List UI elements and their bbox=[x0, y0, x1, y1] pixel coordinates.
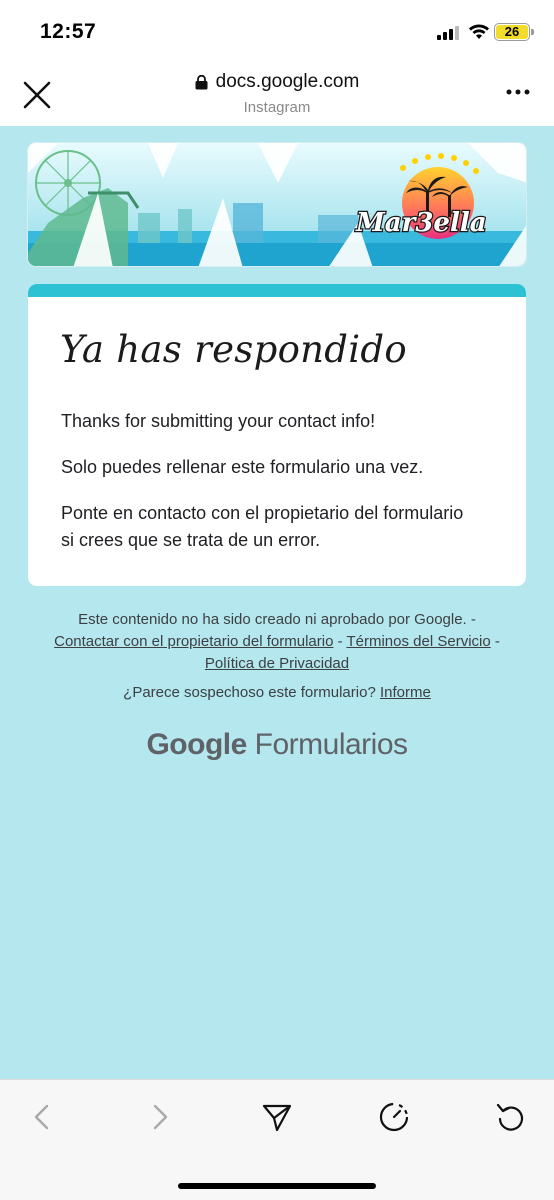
status-time: 12:57 bbox=[40, 20, 97, 43]
wifi-icon bbox=[469, 24, 489, 39]
contact-owner-link[interactable]: Contactar con el propietario del formula… bbox=[54, 633, 333, 650]
terms-link[interactable]: Términos del Servicio bbox=[346, 633, 490, 650]
url-area[interactable]: docs.google.com Instagram bbox=[0, 71, 554, 116]
separator: - bbox=[333, 633, 347, 650]
battery-tip bbox=[531, 29, 534, 35]
form-footer: Este contenido no ha sido creado ni apro… bbox=[40, 609, 514, 675]
lock-icon bbox=[195, 74, 208, 89]
reload-icon[interactable] bbox=[494, 1100, 528, 1134]
google-disclaimer: Este contenido no ha sido creado ni apro… bbox=[78, 611, 467, 628]
form-header-banner: Mar3ella bbox=[27, 142, 527, 267]
source-app-label: Instagram bbox=[243, 98, 311, 116]
cellular-signal-icon bbox=[437, 26, 461, 40]
battery-icon: 26 bbox=[494, 23, 530, 41]
report-line: ¿Parece sospechoso este formulario? Info… bbox=[0, 684, 554, 701]
banner-logo-text: Mar3ella bbox=[355, 208, 487, 238]
url-text: docs.google.com bbox=[215, 71, 360, 92]
card-title: Ya has respondido bbox=[60, 328, 407, 371]
timer-icon[interactable] bbox=[377, 1100, 411, 1134]
chevron-left-icon[interactable] bbox=[26, 1100, 60, 1134]
separator: - bbox=[490, 633, 500, 650]
send-icon[interactable] bbox=[260, 1100, 294, 1134]
banner-illustration: Mar3ella bbox=[28, 143, 526, 266]
contact-owner-notice: Ponte en contacto con el propietario del… bbox=[61, 503, 464, 550]
battery-level: 26 bbox=[504, 24, 520, 39]
separator: - bbox=[466, 611, 476, 628]
google-forms-logo: Google Formularios bbox=[0, 728, 554, 762]
browser-toolbar bbox=[0, 1079, 554, 1200]
privacy-link[interactable]: Política de Privacidad bbox=[205, 655, 349, 672]
forms-wordmark: Formularios bbox=[254, 728, 408, 761]
card-accent-bar bbox=[28, 284, 526, 297]
in-app-browser-header: docs.google.com Instagram bbox=[0, 62, 554, 126]
status-bar: 12:57 26 bbox=[0, 0, 554, 62]
suspicious-text: ¿Parece sospechoso este formulario? bbox=[123, 684, 376, 701]
confirmation-message: Thanks for submitting your contact info! bbox=[61, 411, 376, 431]
google-wordmark: Google bbox=[146, 728, 247, 761]
more-horizontal-icon[interactable] bbox=[506, 88, 530, 96]
single-response-notice: Solo puedes rellenar este formulario una… bbox=[61, 457, 424, 477]
chevron-right-icon[interactable] bbox=[143, 1100, 177, 1134]
confirmation-card: Ya has respondido Thanks for submitting … bbox=[28, 284, 526, 586]
home-indicator[interactable] bbox=[178, 1183, 376, 1189]
report-link[interactable]: Informe bbox=[380, 684, 431, 701]
